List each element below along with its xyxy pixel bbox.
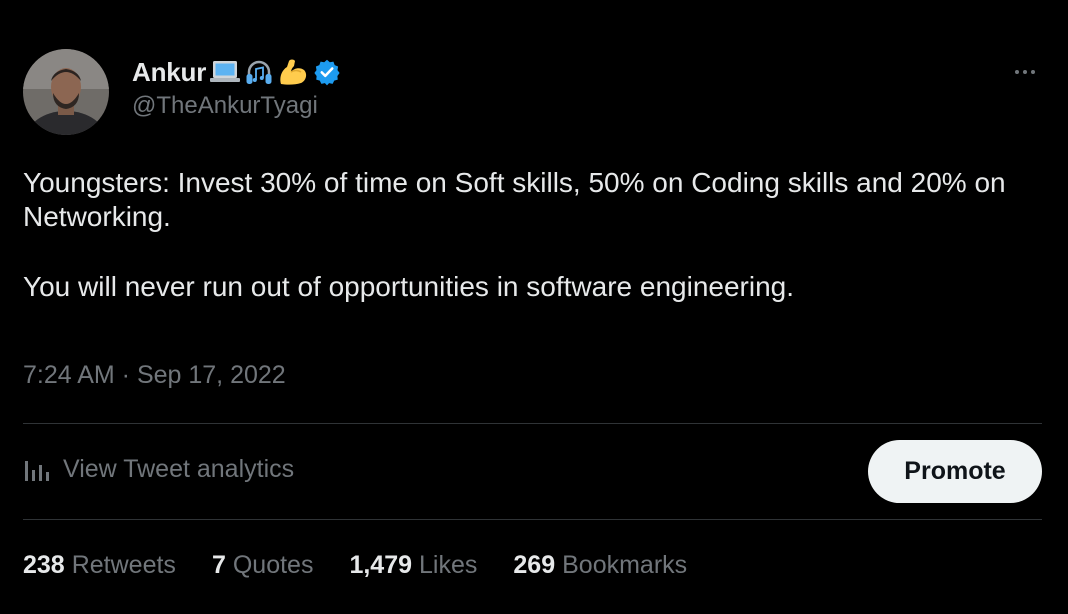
laptop-icon — [209, 58, 241, 86]
stat-likes[interactable]: 1,479 Likes — [349, 551, 477, 580]
stat-quotes[interactable]: 7 Quotes — [212, 551, 314, 580]
divider-top — [23, 423, 1042, 424]
stat-bookmarks[interactable]: 269 Bookmarks — [513, 551, 687, 580]
more-options-icon[interactable] — [1008, 62, 1042, 82]
stat-count: 1,479 — [349, 551, 413, 579]
flexed-biceps-icon — [277, 57, 309, 87]
analytics-label: View Tweet analytics — [63, 455, 295, 483]
stat-label: Bookmarks — [562, 551, 688, 579]
author-block: Ankur @TheAnkurTyagi — [132, 56, 341, 120]
handle[interactable]: @TheAnkurTyagi — [132, 92, 341, 120]
stat-count: 7 — [211, 551, 226, 579]
stats-row: 238 Retweets 7 Quotes 1,479 Likes 269 Bookma… — [23, 551, 723, 580]
tweet-card: Ankur @TheAnkurTyagi Youngsters: Invest … — [0, 0, 1068, 614]
view-analytics-link[interactable]: View Tweet analytics — [23, 455, 294, 484]
headphones-icon — [244, 57, 274, 87]
tweet-paragraph-2: You will never run out of opportunities … — [23, 271, 794, 302]
avatar[interactable] — [23, 49, 109, 135]
avatar-image — [23, 49, 109, 135]
analytics-icon — [23, 457, 51, 483]
stat-count: 269 — [513, 551, 556, 579]
stat-label: Quotes — [232, 551, 314, 579]
tweet-paragraph-1: Youngsters: Invest 30% of time on Soft s… — [23, 167, 1006, 232]
name-row: Ankur — [132, 56, 341, 88]
divider-bottom — [23, 519, 1042, 520]
tweet-text: Youngsters: Invest 30% of time on Soft s… — [23, 166, 1033, 304]
display-name[interactable]: Ankur — [132, 57, 206, 88]
stat-count: 238 — [23, 551, 65, 579]
stat-retweets[interactable]: 238 Retweets — [23, 551, 176, 580]
promote-button[interactable]: Promote — [868, 440, 1042, 503]
verified-badge-icon[interactable] — [313, 58, 341, 86]
stat-label: Likes — [419, 551, 478, 579]
stat-label: Retweets — [71, 551, 176, 579]
timestamp[interactable]: 7:24 AM · Sep 17, 2022 — [23, 361, 286, 390]
